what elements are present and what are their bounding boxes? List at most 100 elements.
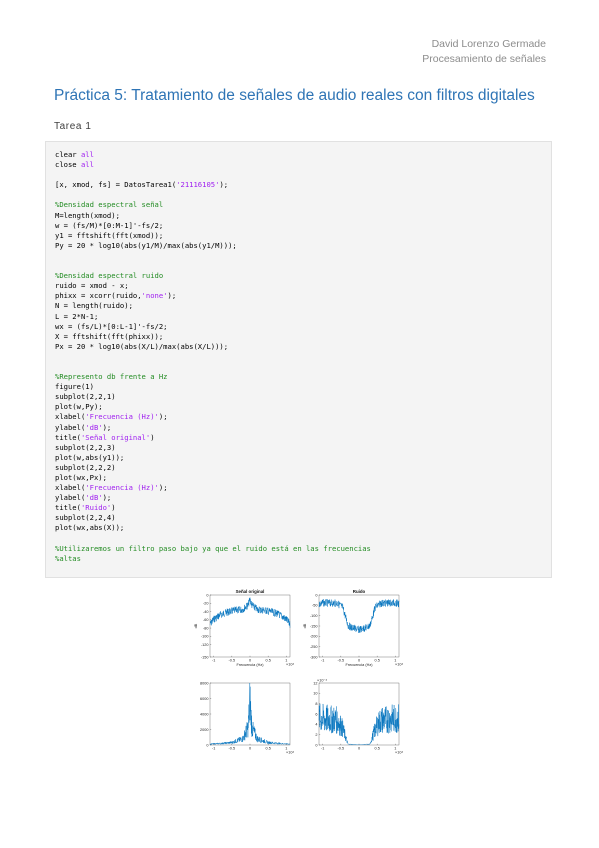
x-tick-label: 0 bbox=[249, 747, 251, 751]
y-tick-label: 6000 bbox=[200, 697, 208, 701]
code-line: subplot(2,2,3) bbox=[55, 442, 116, 452]
y-tick-label: -50 bbox=[312, 604, 318, 608]
x-tick-label: -1 bbox=[212, 659, 215, 663]
plot-axes-box bbox=[318, 682, 400, 746]
y-axis-label: dB bbox=[194, 623, 198, 628]
y-tick-label: 0 bbox=[206, 593, 208, 597]
y-tick-label: 4 bbox=[315, 723, 317, 727]
y-tick-label: 6 bbox=[315, 712, 317, 716]
y-tick-label: 0 bbox=[315, 593, 317, 597]
y-tick-label: 0 bbox=[315, 743, 317, 747]
x-tick-label: -1 bbox=[321, 747, 324, 751]
code-line: xlabel('Frecuencia (Hz)'); bbox=[55, 483, 168, 493]
code-line: plot(w,abs(y1)); bbox=[55, 452, 125, 462]
x-tick-label: 0.5 bbox=[266, 747, 271, 751]
code-line: X = fftshift(fft(phixx)); bbox=[55, 331, 164, 341]
x-exponent-label: ×10⁴ bbox=[395, 751, 403, 755]
y-tick-label: 8000 bbox=[200, 681, 208, 685]
author-name: David Lorenzo Germade bbox=[431, 38, 546, 50]
plot-title: Señal original bbox=[236, 589, 265, 594]
section-heading: Tarea 1 bbox=[54, 121, 92, 132]
x-tick-label: 0.5 bbox=[375, 659, 380, 663]
x-exponent-label: ×10⁴ bbox=[395, 663, 403, 667]
y-tick-label: -20 bbox=[203, 602, 209, 606]
code-line: w = (fs/M)*[0:M-1]'-fs/2; bbox=[55, 220, 164, 230]
code-line: figure(1) bbox=[55, 382, 94, 392]
y-tick-label: 2 bbox=[315, 733, 317, 737]
y-tick-label: -250 bbox=[310, 645, 318, 649]
y-tick-label: -100 bbox=[310, 614, 318, 618]
x-exponent-label: ×10⁴ bbox=[286, 751, 294, 755]
code-line: L = 2*N-1; bbox=[55, 311, 99, 321]
code-line: phixx = xcorr(ruido,'none'); bbox=[55, 291, 177, 301]
code-line: y1 = fftshift(fft(xmod)); bbox=[55, 230, 164, 240]
y-exponent-label: ×10⁻⁴ bbox=[317, 679, 327, 683]
y-tick-label: -80 bbox=[203, 626, 209, 630]
document-title: Práctica 5: Tratamiento de señales de au… bbox=[54, 87, 535, 104]
x-tick-label: -0.5 bbox=[338, 747, 345, 751]
code-line: ylabel('dB'); bbox=[55, 422, 112, 432]
code-line: xlabel('Frecuencia (Hz)'); bbox=[55, 412, 168, 422]
x-tick-label: -1 bbox=[212, 747, 215, 751]
plot-axes-box bbox=[209, 594, 291, 658]
code-line: ruido = xmod - x; bbox=[55, 281, 129, 291]
code-line: M=length(xmod); bbox=[55, 210, 120, 220]
x-tick-label: 0 bbox=[249, 659, 251, 663]
code-line: title('Señal original') bbox=[55, 432, 155, 442]
y-tick-label: 2000 bbox=[200, 728, 208, 732]
code-line: close all bbox=[55, 160, 94, 170]
code-text: clear all close all [x, xmod, fs] = Datos… bbox=[55, 150, 551, 564]
y-axis-label: dB bbox=[303, 623, 307, 628]
x-exponent-label: ×10⁴ bbox=[286, 663, 294, 667]
code-line: %altas bbox=[55, 553, 81, 563]
x-tick-label: 0 bbox=[358, 747, 360, 751]
y-tick-label: -100 bbox=[201, 635, 209, 639]
y-tick-label: -200 bbox=[310, 635, 318, 639]
y-tick-label: -60 bbox=[203, 618, 209, 622]
x-axis-label: Frecuencia (Hz) bbox=[236, 663, 264, 667]
code-line: ylabel('dB'); bbox=[55, 493, 112, 503]
code-line: subplot(2,2,1) bbox=[55, 392, 116, 402]
code-line: Px = 20 * log10(abs(X/L)/max(abs(X/L))); bbox=[55, 341, 229, 351]
code-line: N = length(ruido); bbox=[55, 301, 133, 311]
y-tick-label: -150 bbox=[201, 655, 209, 659]
x-tick-label: 0 bbox=[358, 659, 360, 663]
x-tick-label: 0.5 bbox=[266, 659, 271, 663]
y-tick-label: -40 bbox=[203, 610, 209, 614]
code-line: plot(wx,Px); bbox=[55, 473, 107, 482]
code-line: %Utilizaremos un filtro paso bajo ya que… bbox=[55, 543, 371, 553]
x-axis-label: Frecuencia (Hz) bbox=[345, 663, 373, 667]
x-tick-label: -0.5 bbox=[229, 659, 236, 663]
code-line: wx = (fs/L)*[0:L-1]'-fs/2; bbox=[55, 321, 168, 331]
course-name: Procesamiento de señales bbox=[422, 53, 546, 65]
x-tick-label: -0.5 bbox=[229, 747, 236, 751]
y-tick-label: -120 bbox=[201, 643, 209, 647]
code-line: subplot(2,2,4) bbox=[55, 513, 116, 523]
code-line: %Represento db frente a Hz bbox=[55, 372, 168, 382]
code-line: plot(wx,abs(X)); bbox=[55, 523, 125, 533]
document-header: David Lorenzo Germade Procesamiento de s… bbox=[422, 37, 546, 67]
y-tick-label: 8 bbox=[315, 702, 317, 706]
x-tick-label: 0.5 bbox=[375, 747, 380, 751]
plot-title: Ruido bbox=[353, 589, 366, 594]
code-line: %Densidad espectral ruido bbox=[55, 271, 164, 281]
code-line: Py = 20 * log10(abs(y1/M)/max(abs(y1/M))… bbox=[55, 240, 237, 250]
figure-plots: -1 -0.5 0 0.5 10-20-40-60-80-100-120-150×10⁴… bbox=[194, 589, 403, 755]
code-line: %Densidad espectral señal bbox=[55, 200, 164, 210]
x-tick-label: -1 bbox=[321, 659, 324, 663]
code-line: [x, xmod, fs] = DatosTarea1('21116105'); bbox=[55, 180, 229, 190]
x-tick-label: -0.5 bbox=[338, 659, 345, 663]
y-tick-label: -150 bbox=[310, 624, 318, 628]
y-tick-label: 4000 bbox=[200, 712, 208, 716]
code-line: clear all bbox=[55, 150, 94, 159]
code-line: plot(w,Py); bbox=[55, 402, 103, 412]
y-tick-label: -300 bbox=[310, 655, 318, 659]
code-line: title('Ruido') bbox=[55, 503, 116, 513]
